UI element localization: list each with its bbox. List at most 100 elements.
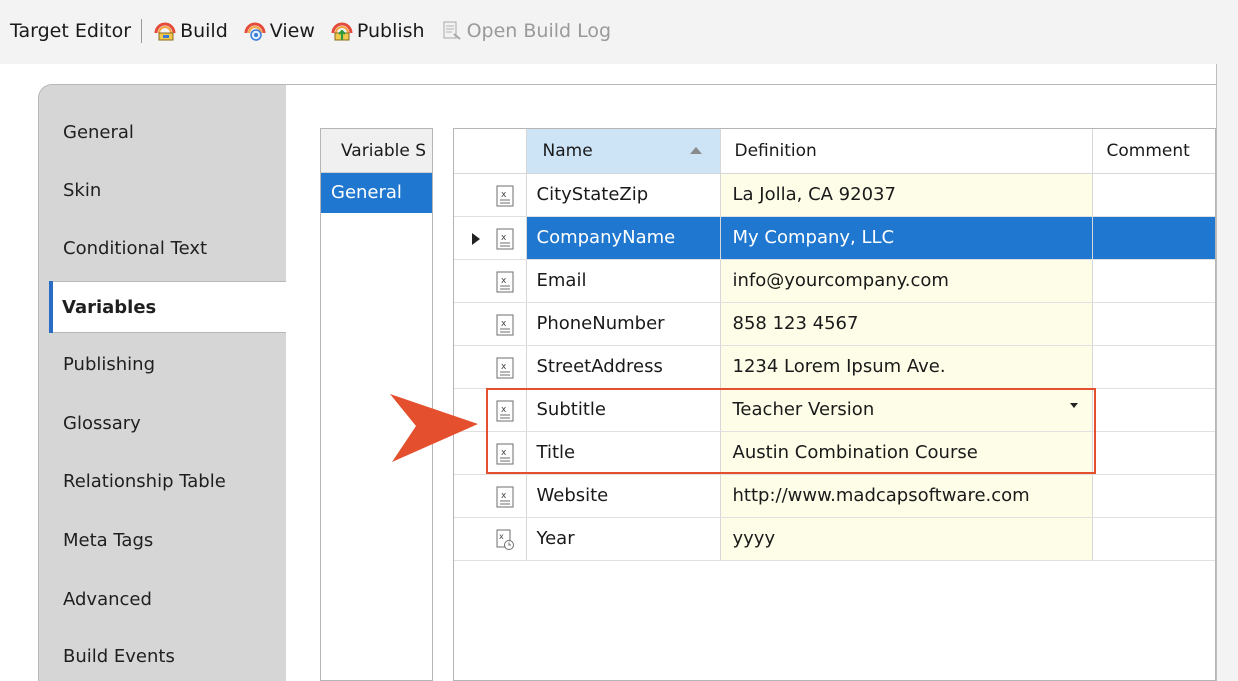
- publish-button-label: Publish: [356, 20, 425, 42]
- variable-comment-cell[interactable]: [1092, 345, 1215, 389]
- variable-name-cell[interactable]: PhoneNumber: [526, 302, 721, 346]
- variable-definition-cell[interactable]: 858 123 4567: [720, 302, 1093, 346]
- variable-comment-cell[interactable]: [1092, 302, 1215, 346]
- svg-text:x: x: [501, 448, 507, 458]
- variable-name-cell[interactable]: CompanyName: [526, 216, 721, 260]
- variable-name-cell[interactable]: Subtitle: [526, 388, 721, 432]
- variable-definition-cell[interactable]: http://www.madcapsoftware.com: [720, 474, 1093, 518]
- svg-text:x: x: [499, 532, 504, 541]
- variable-definition-cell[interactable]: La Jolla, CA 92037: [720, 173, 1093, 217]
- name-column-label: Name: [542, 140, 593, 161]
- variable-comment-cell[interactable]: [1092, 388, 1215, 432]
- table-row[interactable]: x Title Austin Combination Course: [454, 431, 1215, 475]
- variable-icon: x: [496, 486, 514, 507]
- build-button-label: Build: [180, 20, 228, 42]
- variable-name-cell[interactable]: Title: [526, 431, 721, 475]
- nav-tab-relationship-table[interactable]: Relationship Table: [51, 456, 287, 508]
- variable-sets-header[interactable]: Variable S: [321, 129, 432, 173]
- variable-icon: x: [496, 185, 514, 206]
- open-build-log-button[interactable]: Open Build Log: [441, 20, 611, 42]
- variable-comment-cell[interactable]: [1092, 517, 1215, 561]
- variable-name-cell[interactable]: Website: [526, 474, 721, 518]
- nav-tab-general[interactable]: General: [51, 107, 287, 159]
- variable-name-cell[interactable]: Year: [526, 517, 721, 561]
- variable-name-cell[interactable]: CityStateZip: [526, 173, 721, 217]
- nav-tab-publishing[interactable]: Publishing: [51, 339, 287, 391]
- variable-icon: x: [496, 357, 514, 378]
- editor-title: Target Editor: [10, 20, 132, 42]
- svg-text:x: x: [501, 190, 507, 200]
- variable-name-cell[interactable]: Email: [526, 259, 721, 303]
- svg-text:x: x: [501, 405, 507, 415]
- variable-comment-cell[interactable]: [1092, 173, 1215, 217]
- table-row[interactable]: x CityStateZip La Jolla, CA 92037: [454, 173, 1215, 217]
- variables-table: Name Definition Comment x CityStateZip L…: [454, 129, 1215, 561]
- view-button[interactable]: View: [244, 20, 315, 42]
- variable-icon: x: [496, 271, 514, 292]
- build-button[interactable]: Build: [154, 20, 228, 42]
- right-panel-edge: [1216, 64, 1238, 681]
- publish-icon: [331, 22, 353, 41]
- variable-comment-cell[interactable]: [1092, 216, 1215, 260]
- variable-definition-cell[interactable]: 1234 Lorem Ipsum Ave.: [720, 345, 1093, 389]
- row-icon-cell: x: [454, 474, 527, 518]
- variable-icon: x: [496, 314, 514, 335]
- toolbar: Target Editor Build View Publish Open Bu…: [0, 0, 1238, 64]
- table-row[interactable]: x CompanyName My Company, LLC: [454, 216, 1215, 260]
- variable-definition-dropdown[interactable]: Teacher Version: [720, 388, 1093, 432]
- target-editor-nav: General Skin Conditional Text Variables …: [38, 84, 287, 681]
- build-icon: [154, 22, 176, 41]
- variable-icon: x: [496, 228, 514, 249]
- open-build-log-label: Open Build Log: [466, 20, 612, 42]
- table-row[interactable]: x Subtitle Teacher Version: [454, 388, 1215, 432]
- variable-icon: x: [496, 400, 514, 421]
- svg-text:x: x: [501, 319, 507, 329]
- table-row[interactable]: x StreetAddress 1234 Lorem Ipsum Ave.: [454, 345, 1215, 389]
- view-icon: [244, 22, 266, 41]
- current-row-pointer-icon: [472, 232, 480, 245]
- publish-button[interactable]: Publish: [331, 20, 425, 42]
- row-icon-cell: x: [454, 216, 527, 260]
- icon-column-header: [454, 129, 527, 174]
- table-row[interactable]: x Email info@yourcompany.com: [454, 259, 1215, 303]
- variable-set-item-general[interactable]: General: [321, 173, 432, 213]
- date-variable-icon: x: [496, 529, 514, 550]
- dropdown-arrow-icon[interactable]: [1069, 403, 1078, 408]
- definition-column-header[interactable]: Definition: [720, 129, 1093, 174]
- variable-definition-cell[interactable]: My Company, LLC: [720, 216, 1093, 260]
- row-icon-cell: x: [454, 517, 527, 561]
- variable-definition-cell[interactable]: yyyy: [720, 517, 1093, 561]
- toolbar-separator: [141, 19, 143, 43]
- row-icon-cell: x: [454, 259, 527, 303]
- variable-name-cell[interactable]: StreetAddress: [526, 345, 721, 389]
- toolbar-row: Target Editor Build View Publish Open Bu…: [10, 14, 627, 48]
- nav-tab-glossary[interactable]: Glossary: [51, 398, 287, 450]
- variable-comment-cell[interactable]: [1092, 259, 1215, 303]
- variable-definition-cell[interactable]: Austin Combination Course: [720, 431, 1093, 475]
- nav-tab-conditional-text[interactable]: Conditional Text: [51, 223, 287, 275]
- row-icon-cell: x: [454, 345, 527, 389]
- variable-definition-value: Teacher Version: [732, 399, 875, 420]
- nav-tab-skin[interactable]: Skin: [51, 165, 287, 217]
- variables-grid: Name Definition Comment x CityStateZip L…: [453, 128, 1216, 681]
- nav-tab-meta-tags[interactable]: Meta Tags: [51, 515, 287, 567]
- grid-header-row: Name Definition Comment: [454, 129, 1215, 174]
- row-icon-cell: x: [454, 173, 527, 217]
- variable-comment-cell[interactable]: [1092, 431, 1215, 475]
- nav-tab-build-events[interactable]: Build Events: [51, 631, 287, 681]
- comment-column-header[interactable]: Comment: [1092, 129, 1215, 174]
- svg-text:x: x: [501, 362, 507, 372]
- variable-comment-cell[interactable]: [1092, 474, 1215, 518]
- table-row[interactable]: x PhoneNumber 858 123 4567: [454, 302, 1215, 346]
- table-row[interactable]: x Website http://www.madcapsoftware.com: [454, 474, 1215, 518]
- name-column-header[interactable]: Name: [526, 129, 721, 174]
- nav-tab-variables[interactable]: Variables: [49, 281, 287, 333]
- table-row[interactable]: x Year yyyy: [454, 517, 1215, 561]
- view-button-label: View: [269, 20, 315, 42]
- nav-tab-advanced[interactable]: Advanced: [51, 574, 287, 626]
- variable-definition-cell[interactable]: info@yourcompany.com: [720, 259, 1093, 303]
- build-log-icon: [443, 21, 461, 40]
- svg-text:x: x: [501, 233, 507, 243]
- variable-icon: x: [496, 443, 514, 464]
- svg-text:x: x: [501, 491, 507, 501]
